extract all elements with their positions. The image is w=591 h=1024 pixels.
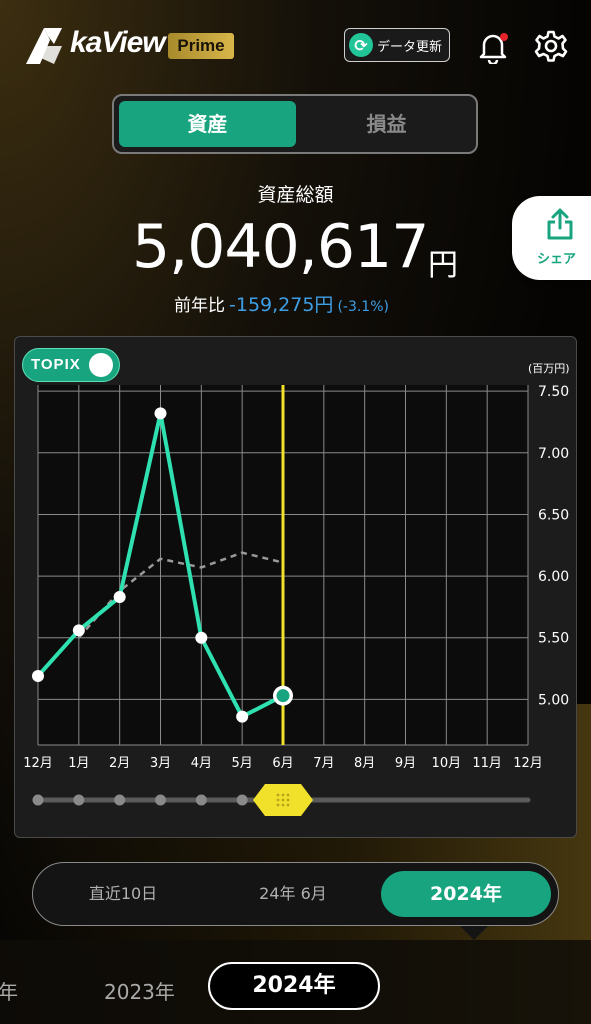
share-button[interactable]: シェア <box>512 196 591 280</box>
total-assets-value: 5,040,617 <box>132 212 429 282</box>
brand-logo-icon <box>26 28 62 64</box>
gear-icon[interactable] <box>534 29 568 63</box>
app-header: kaView Prime ⟳ データ更新 <box>0 0 591 92</box>
toggle-knob <box>89 353 113 377</box>
period-year-active[interactable]: 2024年 <box>381 871 551 917</box>
tab-assets[interactable]: 資産 <box>119 101 296 147</box>
year-over-year: 前年比 -159,275円 (-3.1%) <box>174 290 389 317</box>
tab-profit-loss[interactable]: 損益 <box>298 101 475 147</box>
brand-name: kaView <box>70 26 166 59</box>
asset-pl-tabs: 資産 損益 <box>112 94 478 154</box>
share-icon <box>547 208 573 240</box>
year-item-2024-selected[interactable]: 2024年 <box>208 962 380 1010</box>
period-selector: 直近10日 24年 6月 2024年 <box>32 862 559 926</box>
share-label: シェア <box>537 252 577 267</box>
chart-panel <box>14 336 577 838</box>
period-month[interactable]: 24年 6月 <box>223 871 363 917</box>
refresh-data-button[interactable]: ⟳ データ更新 <box>344 28 450 62</box>
period-recent-10[interactable]: 直近10日 <box>53 871 193 917</box>
yoy-value: -159,275円 <box>229 294 334 316</box>
year-strip: 年 2023年 2024年 <box>0 940 591 1024</box>
refresh-label: データ更新 <box>377 39 443 55</box>
yoy-label: 前年比 <box>174 296 225 316</box>
total-assets-unit: 円 <box>428 248 458 283</box>
year-item-partial[interactable]: 年 <box>0 976 18 1005</box>
yoy-percent: (-3.1%) <box>337 299 389 315</box>
refresh-icon: ⟳ <box>349 33 373 57</box>
year-item-2023[interactable]: 2023年 <box>104 976 175 1005</box>
total-assets-label: 資産総額 <box>257 184 334 206</box>
chart-unit-label: (百万円) <box>528 362 570 375</box>
topix-label: TOPIX <box>31 356 81 373</box>
topix-toggle[interactable]: TOPIX <box>22 348 120 382</box>
period-caret <box>460 926 488 940</box>
bell-icon[interactable] <box>476 30 510 64</box>
prime-badge: Prime <box>168 33 234 59</box>
